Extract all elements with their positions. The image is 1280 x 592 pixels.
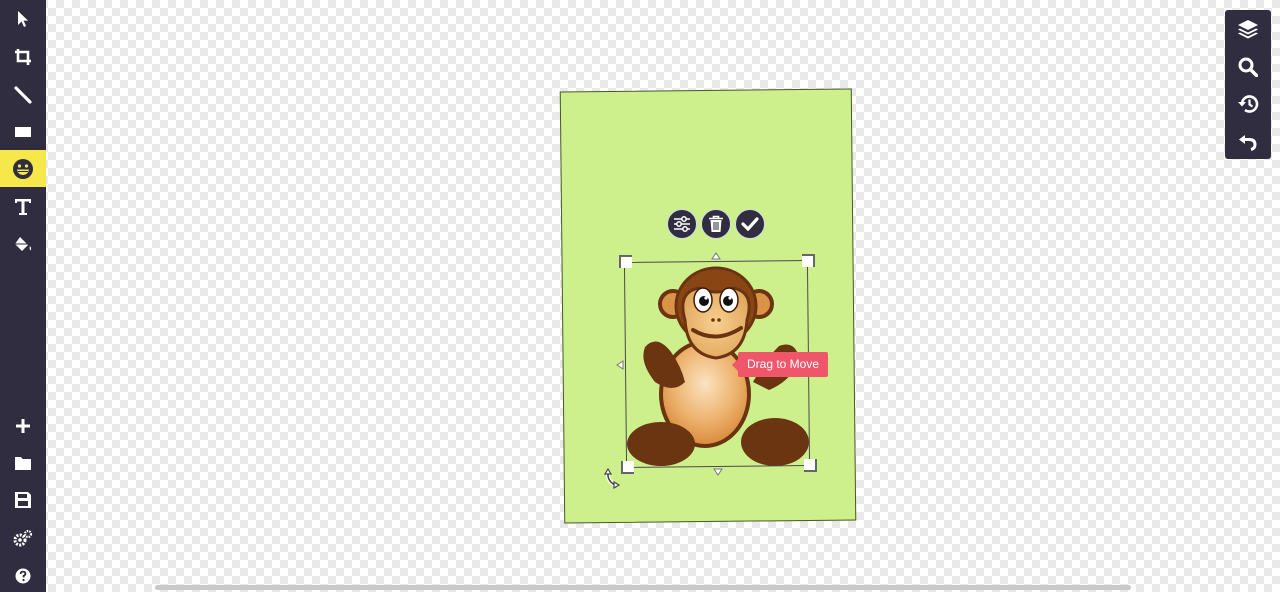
layers-button[interactable]: [1225, 10, 1271, 47]
drag-to-move-tooltip: Drag to Move: [731, 352, 829, 377]
gears-icon: [13, 529, 33, 546]
zoom-button[interactable]: [1225, 48, 1271, 85]
resize-handle-top-right[interactable]: [802, 254, 815, 267]
resize-handle-top[interactable]: [711, 252, 721, 260]
trash-icon: [709, 215, 723, 232]
check-icon: [741, 217, 759, 231]
question-icon: [15, 568, 31, 583]
apply-button[interactable]: [735, 209, 765, 239]
plus-icon: [16, 418, 30, 433]
add-button[interactable]: [0, 407, 46, 444]
search-icon: [1238, 57, 1258, 77]
layers-icon: [1238, 19, 1258, 38]
crop-tool-button[interactable]: [0, 38, 46, 75]
resize-handle-left[interactable]: [616, 360, 624, 370]
open-button[interactable]: [0, 444, 46, 481]
resize-handle-bottom-right[interactable]: [804, 459, 817, 472]
history-button[interactable]: [1225, 85, 1271, 122]
save-button[interactable]: [0, 481, 46, 518]
text-icon: [15, 198, 31, 215]
select-tool-button[interactable]: [0, 0, 46, 37]
crop-icon: [15, 48, 31, 65]
history-icon: [1238, 94, 1259, 113]
delete-button[interactable]: [701, 209, 731, 239]
right-panel: [1225, 10, 1271, 159]
paint-bucket-icon: [15, 236, 32, 251]
grin-emoji-icon: [13, 158, 33, 179]
left-toolbar: [0, 0, 46, 592]
rotate-handle-icon[interactable]: [603, 467, 627, 491]
adjust-button[interactable]: [667, 209, 697, 239]
settings-button[interactable]: [0, 519, 46, 556]
sticker-tool-button[interactable]: [0, 150, 46, 187]
object-actions: [667, 209, 765, 239]
horizontal-scrollbar[interactable]: [155, 585, 1131, 590]
undo-button[interactable]: [1225, 122, 1271, 159]
resize-handle-top-left[interactable]: [619, 255, 632, 268]
undo-icon: [1239, 134, 1257, 151]
text-tool-button[interactable]: [0, 188, 46, 225]
sliders-icon: [674, 216, 690, 232]
draw-tool-button[interactable]: [0, 76, 46, 113]
help-button[interactable]: [0, 557, 46, 592]
folder-icon: [15, 456, 31, 470]
shape-tool-button[interactable]: [0, 113, 46, 150]
resize-handle-bottom[interactable]: [713, 468, 723, 476]
pencil-icon: [14, 85, 32, 104]
fill-tool-button[interactable]: [0, 226, 46, 263]
save-icon: [15, 491, 31, 508]
cursor-arrow-icon: [18, 10, 28, 27]
rectangle-icon: [15, 126, 31, 137]
